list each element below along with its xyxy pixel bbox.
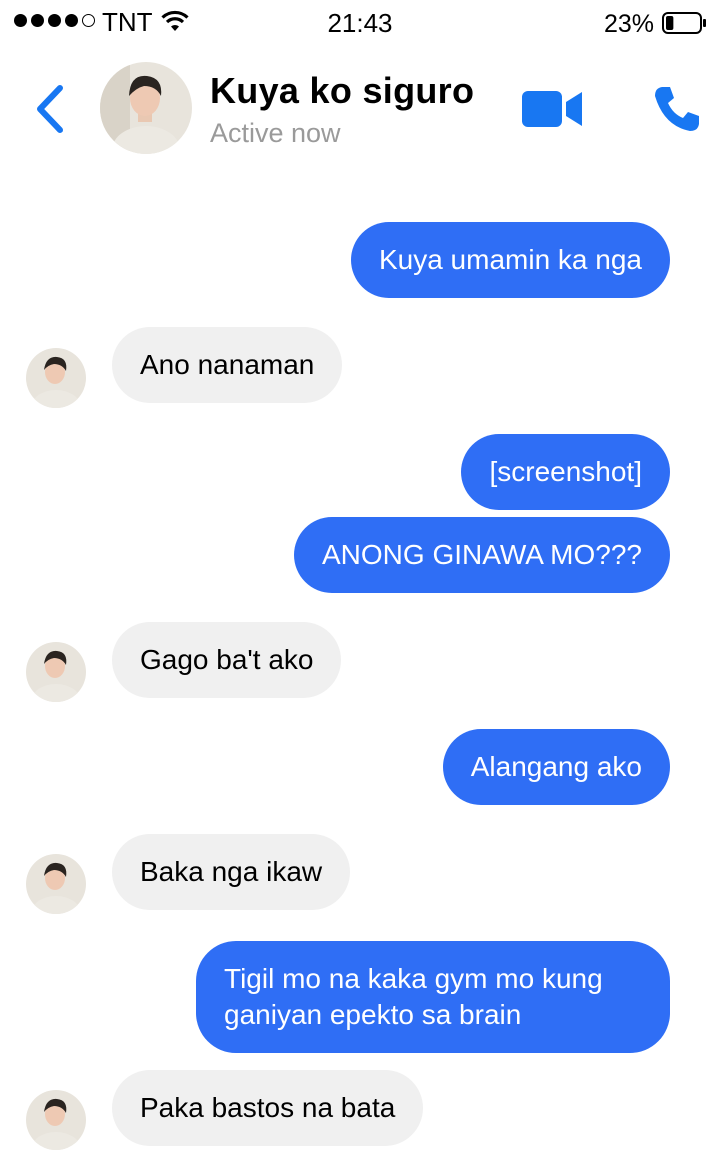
battery-icon	[662, 12, 706, 34]
incoming-message[interactable]: Gago ba't ako	[112, 622, 342, 698]
outgoing-message[interactable]: ANONG GINAWA MO???	[294, 517, 670, 593]
status-bar: TNT 21:43 23%	[0, 0, 720, 48]
outgoing-message[interactable]: Kuya umamin ka nga	[350, 222, 670, 298]
outgoing-message[interactable]: Alangang ako	[442, 729, 670, 805]
battery-percent: 23%	[603, 10, 654, 38]
incoming-message[interactable]: Ano nanaman	[112, 327, 343, 403]
incoming-message[interactable]: Paka bastos na bata	[112, 1070, 424, 1146]
contact-avatar[interactable]	[100, 62, 192, 154]
outgoing-message[interactable]: [screenshot]	[461, 434, 670, 510]
phone-icon[interactable]	[652, 84, 702, 134]
contact-avatar-small[interactable]	[26, 854, 86, 914]
incoming-message[interactable]: Baka nga ikaw	[112, 834, 351, 910]
contact-name[interactable]: Kuya ko siguro	[210, 70, 474, 112]
video-camera-icon[interactable]	[520, 88, 584, 130]
contact-avatar-small[interactable]	[26, 1090, 86, 1150]
outgoing-message[interactable]: Tigil mo na kaka gym mo kung ganiyan epe…	[196, 941, 670, 1053]
contact-avatar-small[interactable]	[26, 642, 86, 702]
chevron-left-icon[interactable]	[30, 82, 70, 136]
conversation-header: Kuya ko siguro Active now	[0, 58, 720, 158]
active-status: Active now	[210, 118, 341, 148]
contact-avatar-small[interactable]	[26, 348, 86, 408]
